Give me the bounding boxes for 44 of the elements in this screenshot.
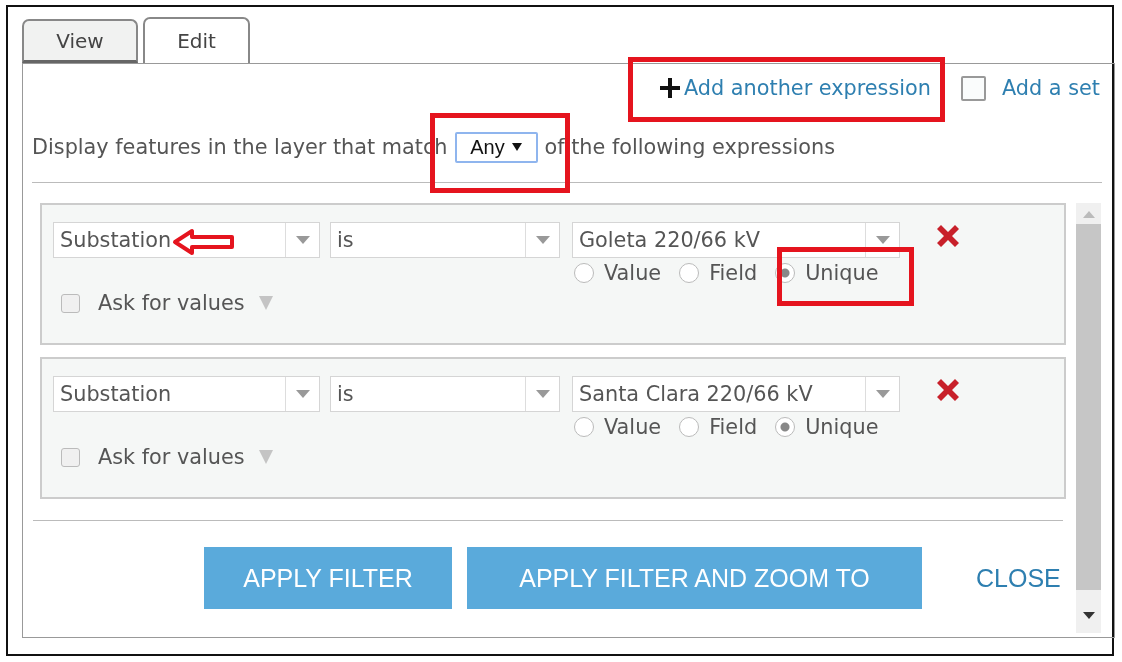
caret-icon bbox=[535, 390, 550, 398]
caret-icon bbox=[535, 236, 550, 244]
tab[interactable]: Edit bbox=[143, 17, 250, 63]
scroll-down-icon bbox=[1082, 612, 1095, 619]
dropdown[interactable]: is bbox=[330, 376, 560, 412]
caret-icon bbox=[875, 390, 890, 398]
plus-icon bbox=[660, 78, 680, 98]
annotation-arrow bbox=[172, 228, 236, 256]
radio-label: Value bbox=[604, 261, 662, 285]
radio-button[interactable] bbox=[679, 417, 700, 437]
tab[interactable]: View bbox=[22, 19, 138, 63]
caret-icon bbox=[258, 450, 273, 464]
checkbox-label: Ask for values bbox=[98, 291, 245, 315]
add-expression-link[interactable]: Add another expression bbox=[660, 76, 931, 100]
add-set-link[interactable]: Add a set bbox=[1002, 76, 1100, 100]
radio-button[interactable] bbox=[574, 417, 594, 437]
dropdown[interactable]: Santa Clara 220/66 kV bbox=[572, 376, 900, 412]
checkbox-label: Ask for values bbox=[98, 445, 245, 469]
checkbox[interactable] bbox=[61, 293, 80, 313]
radio-label: Field bbox=[709, 261, 758, 285]
dropdown[interactable]: Substation bbox=[53, 376, 320, 412]
caret-icon bbox=[258, 296, 273, 310]
delete-icon bbox=[935, 224, 961, 248]
caret-icon bbox=[511, 143, 522, 151]
close-link[interactable]: CLOSE bbox=[976, 563, 1061, 593]
dropdown[interactable]: is bbox=[330, 222, 560, 258]
dropdown[interactable]: Goleta 220/66 kV bbox=[572, 222, 900, 258]
match-suffix: of the following expressions bbox=[544, 135, 836, 159]
checkbox[interactable] bbox=[61, 447, 80, 467]
caret-icon bbox=[295, 236, 310, 244]
match-select[interactable]: Any bbox=[454, 131, 538, 163]
radio-label: Value bbox=[604, 415, 662, 439]
scroll-up-icon bbox=[1082, 211, 1095, 218]
checkbox[interactable] bbox=[961, 75, 986, 101]
delete-icon bbox=[935, 378, 961, 402]
radio-button[interactable] bbox=[574, 263, 594, 283]
radio-button[interactable] bbox=[775, 417, 796, 437]
dropdown[interactable]: Substation bbox=[53, 222, 320, 258]
caret-icon bbox=[295, 390, 310, 398]
radio-button[interactable] bbox=[679, 263, 700, 283]
radio-label: Unique bbox=[805, 415, 879, 439]
radio-label: Field bbox=[709, 415, 758, 439]
caret-icon bbox=[875, 236, 890, 244]
radio-label: Unique bbox=[805, 261, 879, 285]
